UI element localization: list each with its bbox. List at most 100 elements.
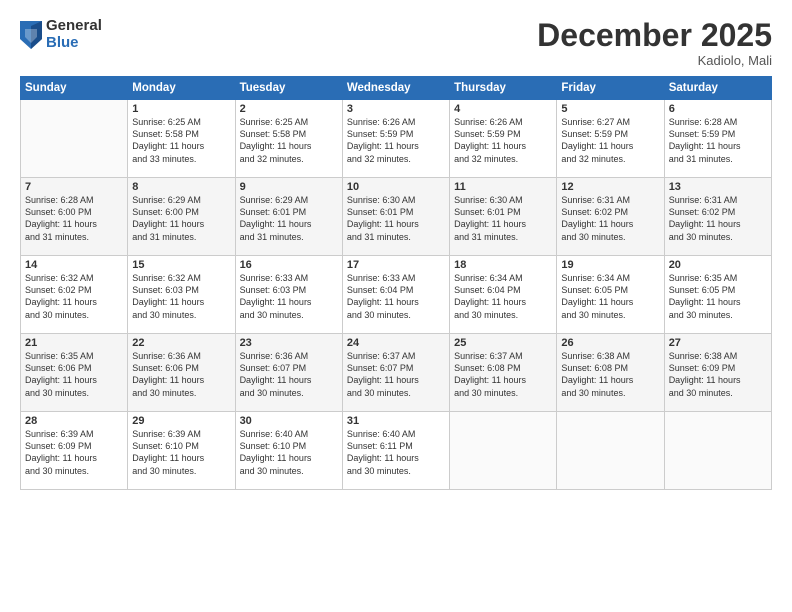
cell-info: Sunrise: 6:40 AMSunset: 6:11 PMDaylight:…	[347, 428, 445, 477]
col-wednesday: Wednesday	[342, 77, 449, 100]
cell-info: Sunrise: 6:34 AMSunset: 6:04 PMDaylight:…	[454, 272, 552, 321]
cell-info: Sunrise: 6:31 AMSunset: 6:02 PMDaylight:…	[561, 194, 659, 243]
cell-info: Sunrise: 6:34 AMSunset: 6:05 PMDaylight:…	[561, 272, 659, 321]
calendar-cell: 8Sunrise: 6:29 AMSunset: 6:00 PMDaylight…	[128, 178, 235, 256]
day-number: 8	[132, 181, 230, 193]
calendar-cell: 9Sunrise: 6:29 AMSunset: 6:01 PMDaylight…	[235, 178, 342, 256]
cell-info: Sunrise: 6:36 AMSunset: 6:06 PMDaylight:…	[132, 350, 230, 399]
calendar-week-4: 21Sunrise: 6:35 AMSunset: 6:06 PMDayligh…	[21, 334, 772, 412]
cell-info: Sunrise: 6:38 AMSunset: 6:09 PMDaylight:…	[669, 350, 767, 399]
day-number: 31	[347, 415, 445, 427]
cell-info: Sunrise: 6:35 AMSunset: 6:06 PMDaylight:…	[25, 350, 123, 399]
col-sunday: Sunday	[21, 77, 128, 100]
cell-info: Sunrise: 6:30 AMSunset: 6:01 PMDaylight:…	[347, 194, 445, 243]
calendar-cell: 4Sunrise: 6:26 AMSunset: 5:59 PMDaylight…	[450, 100, 557, 178]
logo-blue: Blue	[46, 35, 102, 52]
cell-info: Sunrise: 6:40 AMSunset: 6:10 PMDaylight:…	[240, 428, 338, 477]
cell-info: Sunrise: 6:33 AMSunset: 6:03 PMDaylight:…	[240, 272, 338, 321]
page: General Blue December 2025 Kadiolo, Mali…	[0, 0, 792, 612]
cell-info: Sunrise: 6:29 AMSunset: 6:01 PMDaylight:…	[240, 194, 338, 243]
calendar-cell: 10Sunrise: 6:30 AMSunset: 6:01 PMDayligh…	[342, 178, 449, 256]
day-number: 17	[347, 259, 445, 271]
day-number: 28	[25, 415, 123, 427]
logo-icon	[20, 21, 42, 49]
location-subtitle: Kadiolo, Mali	[537, 53, 772, 68]
calendar-week-2: 7Sunrise: 6:28 AMSunset: 6:00 PMDaylight…	[21, 178, 772, 256]
cell-info: Sunrise: 6:37 AMSunset: 6:07 PMDaylight:…	[347, 350, 445, 399]
cell-info: Sunrise: 6:26 AMSunset: 5:59 PMDaylight:…	[454, 116, 552, 165]
cell-info: Sunrise: 6:28 AMSunset: 5:59 PMDaylight:…	[669, 116, 767, 165]
day-number: 1	[132, 103, 230, 115]
day-number: 26	[561, 337, 659, 349]
cell-info: Sunrise: 6:39 AMSunset: 6:09 PMDaylight:…	[25, 428, 123, 477]
logo: General Blue	[20, 18, 102, 51]
day-number: 12	[561, 181, 659, 193]
cell-info: Sunrise: 6:35 AMSunset: 6:05 PMDaylight:…	[669, 272, 767, 321]
day-number: 5	[561, 103, 659, 115]
calendar-cell: 11Sunrise: 6:30 AMSunset: 6:01 PMDayligh…	[450, 178, 557, 256]
day-number: 18	[454, 259, 552, 271]
calendar-cell: 28Sunrise: 6:39 AMSunset: 6:09 PMDayligh…	[21, 412, 128, 490]
calendar-cell: 24Sunrise: 6:37 AMSunset: 6:07 PMDayligh…	[342, 334, 449, 412]
calendar-cell: 3Sunrise: 6:26 AMSunset: 5:59 PMDaylight…	[342, 100, 449, 178]
calendar-cell: 15Sunrise: 6:32 AMSunset: 6:03 PMDayligh…	[128, 256, 235, 334]
calendar-cell: 22Sunrise: 6:36 AMSunset: 6:06 PMDayligh…	[128, 334, 235, 412]
calendar-cell: 27Sunrise: 6:38 AMSunset: 6:09 PMDayligh…	[664, 334, 771, 412]
logo-text: General Blue	[46, 18, 102, 51]
day-number: 24	[347, 337, 445, 349]
calendar-cell: 17Sunrise: 6:33 AMSunset: 6:04 PMDayligh…	[342, 256, 449, 334]
cell-info: Sunrise: 6:32 AMSunset: 6:03 PMDaylight:…	[132, 272, 230, 321]
calendar-week-1: 1Sunrise: 6:25 AMSunset: 5:58 PMDaylight…	[21, 100, 772, 178]
calendar-cell: 7Sunrise: 6:28 AMSunset: 6:00 PMDaylight…	[21, 178, 128, 256]
col-tuesday: Tuesday	[235, 77, 342, 100]
calendar-cell: 14Sunrise: 6:32 AMSunset: 6:02 PMDayligh…	[21, 256, 128, 334]
day-number: 13	[669, 181, 767, 193]
calendar-cell	[21, 100, 128, 178]
cell-info: Sunrise: 6:25 AMSunset: 5:58 PMDaylight:…	[240, 116, 338, 165]
header-row: Sunday Monday Tuesday Wednesday Thursday…	[21, 77, 772, 100]
calendar-cell: 16Sunrise: 6:33 AMSunset: 6:03 PMDayligh…	[235, 256, 342, 334]
col-friday: Friday	[557, 77, 664, 100]
calendar-body: 1Sunrise: 6:25 AMSunset: 5:58 PMDaylight…	[21, 100, 772, 490]
day-number: 30	[240, 415, 338, 427]
day-number: 20	[669, 259, 767, 271]
calendar-cell: 29Sunrise: 6:39 AMSunset: 6:10 PMDayligh…	[128, 412, 235, 490]
cell-info: Sunrise: 6:30 AMSunset: 6:01 PMDaylight:…	[454, 194, 552, 243]
calendar-cell: 2Sunrise: 6:25 AMSunset: 5:58 PMDaylight…	[235, 100, 342, 178]
day-number: 15	[132, 259, 230, 271]
day-number: 19	[561, 259, 659, 271]
calendar-header: Sunday Monday Tuesday Wednesday Thursday…	[21, 77, 772, 100]
cell-info: Sunrise: 6:32 AMSunset: 6:02 PMDaylight:…	[25, 272, 123, 321]
calendar-cell	[664, 412, 771, 490]
calendar-cell: 6Sunrise: 6:28 AMSunset: 5:59 PMDaylight…	[664, 100, 771, 178]
calendar-week-5: 28Sunrise: 6:39 AMSunset: 6:09 PMDayligh…	[21, 412, 772, 490]
cell-info: Sunrise: 6:25 AMSunset: 5:58 PMDaylight:…	[132, 116, 230, 165]
calendar-cell: 30Sunrise: 6:40 AMSunset: 6:10 PMDayligh…	[235, 412, 342, 490]
cell-info: Sunrise: 6:28 AMSunset: 6:00 PMDaylight:…	[25, 194, 123, 243]
cell-info: Sunrise: 6:36 AMSunset: 6:07 PMDaylight:…	[240, 350, 338, 399]
day-number: 23	[240, 337, 338, 349]
calendar-cell: 21Sunrise: 6:35 AMSunset: 6:06 PMDayligh…	[21, 334, 128, 412]
cell-info: Sunrise: 6:37 AMSunset: 6:08 PMDaylight:…	[454, 350, 552, 399]
day-number: 2	[240, 103, 338, 115]
header: General Blue December 2025 Kadiolo, Mali	[20, 18, 772, 68]
calendar-cell: 19Sunrise: 6:34 AMSunset: 6:05 PMDayligh…	[557, 256, 664, 334]
day-number: 11	[454, 181, 552, 193]
col-saturday: Saturday	[664, 77, 771, 100]
day-number: 22	[132, 337, 230, 349]
cell-info: Sunrise: 6:27 AMSunset: 5:59 PMDaylight:…	[561, 116, 659, 165]
calendar-cell	[450, 412, 557, 490]
calendar-cell: 18Sunrise: 6:34 AMSunset: 6:04 PMDayligh…	[450, 256, 557, 334]
day-number: 14	[25, 259, 123, 271]
day-number: 7	[25, 181, 123, 193]
calendar-cell: 20Sunrise: 6:35 AMSunset: 6:05 PMDayligh…	[664, 256, 771, 334]
day-number: 25	[454, 337, 552, 349]
cell-info: Sunrise: 6:26 AMSunset: 5:59 PMDaylight:…	[347, 116, 445, 165]
month-title: December 2025	[537, 18, 772, 53]
day-number: 16	[240, 259, 338, 271]
calendar-cell	[557, 412, 664, 490]
calendar-cell: 5Sunrise: 6:27 AMSunset: 5:59 PMDaylight…	[557, 100, 664, 178]
calendar-cell: 23Sunrise: 6:36 AMSunset: 6:07 PMDayligh…	[235, 334, 342, 412]
calendar-cell: 26Sunrise: 6:38 AMSunset: 6:08 PMDayligh…	[557, 334, 664, 412]
day-number: 6	[669, 103, 767, 115]
